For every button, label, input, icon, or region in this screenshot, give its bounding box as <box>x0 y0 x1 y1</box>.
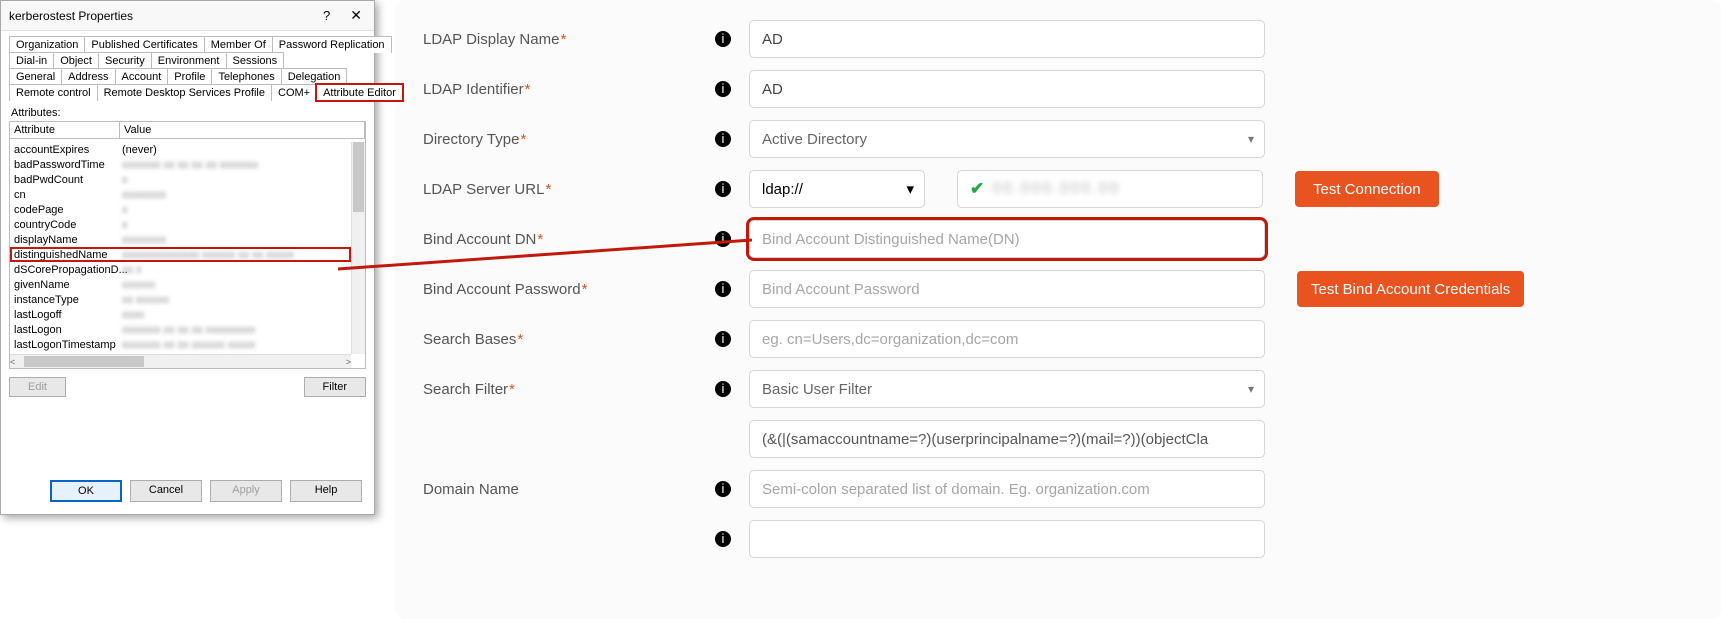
ldap-server-url-label: LDAP Server URL* <box>423 181 715 198</box>
tab-address[interactable]: Address <box>61 68 115 85</box>
cancel-button[interactable]: Cancel <box>130 480 202 502</box>
search-filter-select[interactable]: Basic User Filter▾ <box>749 370 1265 408</box>
close-icon[interactable]: ✕ <box>342 5 370 26</box>
bind-account-password-input[interactable] <box>749 270 1265 308</box>
tab-rds-profile[interactable]: Remote Desktop Services Profile <box>97 84 272 101</box>
bind-account-password-label: Bind Account Password* <box>423 281 715 298</box>
tab-object[interactable]: Object <box>53 52 99 69</box>
tab-general[interactable]: General <box>9 68 62 85</box>
table-row[interactable]: givenNamexxxxxx <box>10 277 351 292</box>
ok-button[interactable]: OK <box>50 480 122 502</box>
attributes-table: Attribute Value accountExpires(never)bad… <box>9 121 366 369</box>
domain-name-label: Domain Name <box>423 481 715 498</box>
tab-organization[interactable]: Organization <box>9 36 85 53</box>
apply-button[interactable]: Apply <box>210 480 282 502</box>
properties-dialog: kerberostest Properties ? ✕ Organization… <box>0 0 375 515</box>
ldap-identifier-input[interactable] <box>749 70 1265 108</box>
domain-name-input[interactable] <box>749 470 1265 508</box>
attributes-label: Attributes: <box>11 107 366 119</box>
tab-profile[interactable]: Profile <box>167 68 212 85</box>
table-row[interactable]: accountExpires(never) <box>10 142 351 157</box>
table-row[interactable]: instanceTypexx xxxxxx <box>10 292 351 307</box>
tab-attribute-editor[interactable]: Attribute Editor <box>316 84 403 101</box>
col-attribute[interactable]: Attribute <box>10 122 120 139</box>
tab-environment[interactable]: Environment <box>151 52 227 69</box>
tab-delegation[interactable]: Delegation <box>281 68 348 85</box>
protocol-select[interactable]: ldap://▾ <box>749 170 925 208</box>
table-row[interactable]: distinguishedNamexxxxxxxxxxxxxx xxxxxx x… <box>10 247 351 262</box>
vertical-scrollbar[interactable] <box>351 142 365 354</box>
test-connection-button[interactable]: Test Connection <box>1295 171 1439 207</box>
ldap-config-panel: LDAP Display Name* i LDAP Identifier* i … <box>395 0 1721 619</box>
info-icon[interactable]: i <box>715 181 731 197</box>
help-icon[interactable]: ? <box>317 6 336 25</box>
col-value[interactable]: Value <box>120 122 365 139</box>
tab-account[interactable]: Account <box>115 68 169 85</box>
ldap-display-name-label: LDAP Display Name* <box>423 31 715 48</box>
tab-telephones[interactable]: Telephones <box>211 68 281 85</box>
bind-account-dn-label: Bind Account DN* <box>423 231 715 248</box>
tab-published-certificates[interactable]: Published Certificates <box>84 36 204 53</box>
directory-type-select[interactable]: Active Directory▾ <box>749 120 1265 158</box>
table-row[interactable]: dSCorePropagationD...xx x <box>10 262 351 277</box>
tab-sessions[interactable]: Sessions <box>226 52 285 69</box>
server-url-input[interactable]: ✔ 00.000.000.00 <box>957 170 1263 208</box>
search-bases-label: Search Bases* <box>423 331 715 348</box>
search-filter-label: Search Filter* <box>423 381 715 398</box>
partial-input[interactable] <box>749 520 1265 558</box>
info-icon[interactable]: i <box>715 531 731 547</box>
table-row[interactable]: cnxxxxxxxx <box>10 187 351 202</box>
tab-member-of[interactable]: Member Of <box>204 36 273 53</box>
info-icon[interactable]: i <box>715 331 731 347</box>
table-row[interactable]: displayNamexxxxxxxx <box>10 232 351 247</box>
bind-account-dn-input[interactable] <box>749 220 1265 258</box>
info-icon[interactable]: i <box>715 81 731 97</box>
dialog-title: kerberostest Properties <box>9 9 133 23</box>
table-row[interactable]: badPwdCountx <box>10 172 351 187</box>
info-icon[interactable]: i <box>715 131 731 147</box>
table-row[interactable]: codePagex <box>10 202 351 217</box>
info-icon[interactable]: i <box>715 381 731 397</box>
table-row[interactable]: badPasswordTimexxxxxxx xx xx xx xx xxxxx… <box>10 157 351 172</box>
check-icon: ✔ <box>970 179 984 199</box>
chevron-down-icon: ▾ <box>1248 382 1254 396</box>
info-icon[interactable]: i <box>715 281 731 297</box>
test-bind-credentials-button[interactable]: Test Bind Account Credentials <box>1297 271 1524 307</box>
directory-type-label: Directory Type* <box>423 131 715 148</box>
table-row[interactable]: lastLogonTimestampxxxxxxx xx xx xxxxxx x… <box>10 337 351 352</box>
chevron-down-icon: ▾ <box>1248 132 1254 146</box>
dialog-titlebar: kerberostest Properties ? ✕ <box>1 1 374 31</box>
chevron-down-icon: ▾ <box>906 180 914 198</box>
help-button[interactable]: Help <box>290 480 362 502</box>
tab-remote-control[interactable]: Remote control <box>9 84 98 101</box>
ldap-identifier-label: LDAP Identifier* <box>423 81 715 98</box>
edit-button[interactable]: Edit <box>9 377 66 397</box>
info-icon[interactable]: i <box>715 231 731 247</box>
table-row[interactable]: lastLogoffxxxx <box>10 307 351 322</box>
tab-security[interactable]: Security <box>98 52 152 69</box>
table-row[interactable]: lastLogonxxxxxxx xx xx xx xxxxxxxxx <box>10 322 351 337</box>
search-bases-input[interactable] <box>749 320 1265 358</box>
tab-dial-in[interactable]: Dial-in <box>9 52 54 69</box>
tab-com-plus[interactable]: COM+ <box>271 84 317 101</box>
search-filter-string-input[interactable] <box>749 420 1265 458</box>
tab-password-replication[interactable]: Password Replication <box>272 36 392 53</box>
table-row[interactable]: countryCodex <box>10 217 351 232</box>
info-icon[interactable]: i <box>715 31 731 47</box>
tab-strip: Organization Published Certificates Memb… <box>9 37 366 101</box>
filter-button[interactable]: Filter <box>304 377 366 397</box>
info-icon[interactable]: i <box>715 481 731 497</box>
horizontal-scrollbar[interactable]: <> <box>10 354 351 368</box>
ldap-display-name-input[interactable] <box>749 20 1265 58</box>
